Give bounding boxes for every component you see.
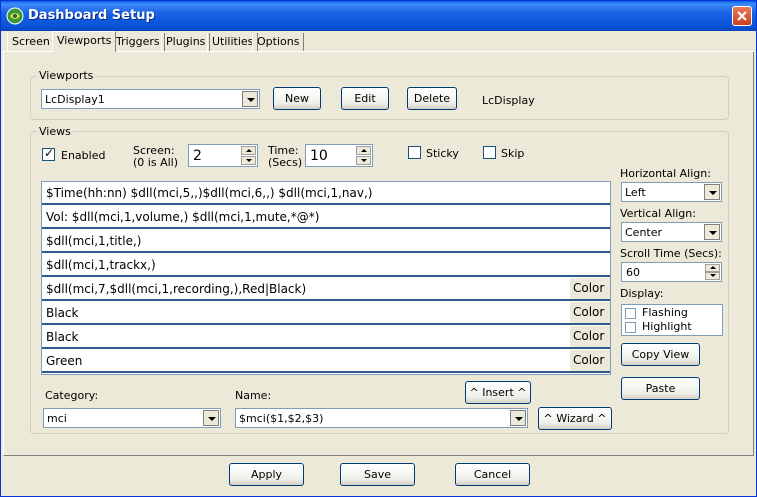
view-row-text[interactable]: $dll(mci,1,trackx,)	[46, 258, 156, 272]
view-row-text[interactable]: $dll(mci,7,$dll(mci,1,recording,),Red|Bl…	[46, 282, 306, 296]
views-legend: Views	[37, 125, 73, 138]
view-row-text[interactable]: Vol: $dll(mci,1,volume,) $dll(mci,1,mute…	[46, 210, 319, 224]
insert-button[interactable]: ^ Insert ^	[465, 381, 531, 404]
enabled-checkbox[interactable]	[42, 146, 55, 161]
window-title: Dashboard Setup	[28, 8, 155, 23]
chevron-down-icon[interactable]	[704, 224, 720, 240]
spin-up-icon[interactable]	[705, 264, 720, 272]
view-row-text[interactable]: $Time(hh:nn) $dll(mci,5,,)$dll(mci,6,,) …	[46, 186, 372, 200]
cancel-button[interactable]: Cancel	[455, 463, 530, 486]
enabled-label: Enabled	[61, 149, 106, 162]
chevron-down-icon[interactable]	[510, 410, 526, 426]
name-label: Name:	[235, 389, 272, 402]
tab-triggers[interactable]: Triggers	[111, 33, 165, 51]
dashboard-setup-window: Dashboard Setup Screen Viewports Trigger…	[0, 0, 757, 497]
paste-button[interactable]: Paste	[621, 377, 700, 400]
spin-down-icon[interactable]	[241, 156, 256, 165]
scroll-time-spinner[interactable]: 60	[621, 262, 722, 282]
color-button[interactable]: Color	[570, 302, 610, 323]
spin-up-icon[interactable]	[241, 146, 256, 155]
chevron-down-icon[interactable]	[242, 91, 258, 107]
view-row[interactable]: Black Color	[42, 326, 610, 349]
title-bar[interactable]: Dashboard Setup	[1, 1, 756, 31]
viewport-select[interactable]: LcDisplay1	[41, 89, 260, 109]
tab-utilities[interactable]: Utilities	[207, 33, 259, 51]
screen-sublabel: (0 is All)	[133, 156, 178, 169]
scroll-time-value: 60	[626, 266, 640, 279]
app-logo-icon	[6, 7, 24, 25]
close-button[interactable]	[732, 6, 752, 26]
flashing-checkbox[interactable]	[625, 308, 636, 319]
tab-screen[interactable]: Screen	[7, 33, 55, 51]
chevron-down-icon[interactable]	[203, 410, 219, 426]
name-select[interactable]: $mci($1,$2,$3)	[235, 408, 528, 428]
valign-select[interactable]: Center	[621, 222, 722, 242]
chevron-down-icon[interactable]	[704, 184, 720, 200]
view-row-text[interactable]: $dll(mci,1,title,)	[46, 234, 141, 248]
display-label: Display:	[620, 287, 664, 300]
sticky-checkbox[interactable]	[408, 146, 421, 159]
time-sublabel: (Secs)	[268, 156, 303, 169]
viewport-select-value: LcDisplay1	[45, 93, 105, 106]
scroll-time-label: Scroll Time (Secs):	[620, 247, 722, 260]
halign-select[interactable]: Left	[621, 182, 722, 202]
tab-viewports[interactable]: Viewports	[52, 31, 117, 52]
view-row[interactable]: $dll(mci,7,$dll(mci,1,recording,),Red|Bl…	[42, 278, 610, 301]
screen-spinner-value: 2	[193, 148, 202, 164]
save-button[interactable]: Save	[340, 463, 415, 486]
view-row-text[interactable]: Green	[46, 354, 82, 368]
view-rows-list: $Time(hh:nn) $dll(mci,5,,)$dll(mci,6,,) …	[41, 181, 611, 375]
view-row[interactable]: $dll(mci,1,title,)	[42, 230, 610, 253]
sticky-label: Sticky	[426, 147, 459, 160]
edit-button[interactable]: Edit	[341, 87, 389, 110]
name-select-value: $mci($1,$2,$3)	[239, 412, 324, 425]
valign-select-value: Center	[625, 226, 663, 239]
time-spinner[interactable]: 10	[305, 144, 373, 167]
view-row-text[interactable]: Black	[46, 330, 78, 344]
color-button[interactable]: Color	[570, 278, 610, 299]
valign-label: Vertical Align:	[620, 207, 696, 220]
skip-checkbox[interactable]	[483, 146, 496, 159]
category-select-value: mci	[47, 412, 67, 425]
spin-down-icon[interactable]	[356, 156, 371, 165]
copy-view-button[interactable]: Copy View	[621, 343, 700, 366]
category-label: Category:	[45, 389, 99, 402]
color-button[interactable]: Color	[570, 326, 610, 347]
tab-plugins[interactable]: Plugins	[161, 33, 211, 51]
category-select[interactable]: mci	[43, 408, 221, 428]
view-row[interactable]: Black Color	[42, 302, 610, 325]
highlight-label: Highlight	[642, 320, 692, 333]
time-spinner-value: 10	[310, 148, 328, 164]
new-button[interactable]: New	[273, 87, 321, 110]
close-icon	[737, 11, 747, 21]
screen-spinner[interactable]: 2	[188, 144, 258, 167]
viewports-legend: Viewports	[37, 69, 96, 82]
spin-up-icon[interactable]	[356, 146, 371, 155]
flashing-label: Flashing	[642, 306, 688, 319]
tab-options[interactable]: Options	[252, 33, 305, 51]
spin-down-icon[interactable]	[705, 272, 720, 280]
view-row-text[interactable]: Black	[46, 306, 78, 320]
highlight-checkbox[interactable]	[625, 322, 636, 333]
delete-button[interactable]: Delete	[407, 87, 457, 110]
view-row[interactable]: $Time(hh:nn) $dll(mci,5,,)$dll(mci,6,,) …	[42, 182, 610, 205]
skip-label: Skip	[501, 147, 525, 160]
halign-select-value: Left	[625, 186, 646, 199]
viewport-type-label: LcDisplay	[482, 94, 535, 107]
halign-label: Horizontal Align:	[620, 167, 711, 180]
view-row[interactable]: $dll(mci,1,trackx,)	[42, 254, 610, 277]
color-button[interactable]: Color	[570, 350, 610, 371]
apply-button[interactable]: Apply	[229, 463, 304, 486]
view-row[interactable]: Green Color	[42, 350, 610, 373]
wizard-button[interactable]: ^ Wizard ^	[538, 407, 612, 430]
view-row[interactable]: Vol: $dll(mci,1,volume,) $dll(mci,1,mute…	[42, 206, 610, 229]
